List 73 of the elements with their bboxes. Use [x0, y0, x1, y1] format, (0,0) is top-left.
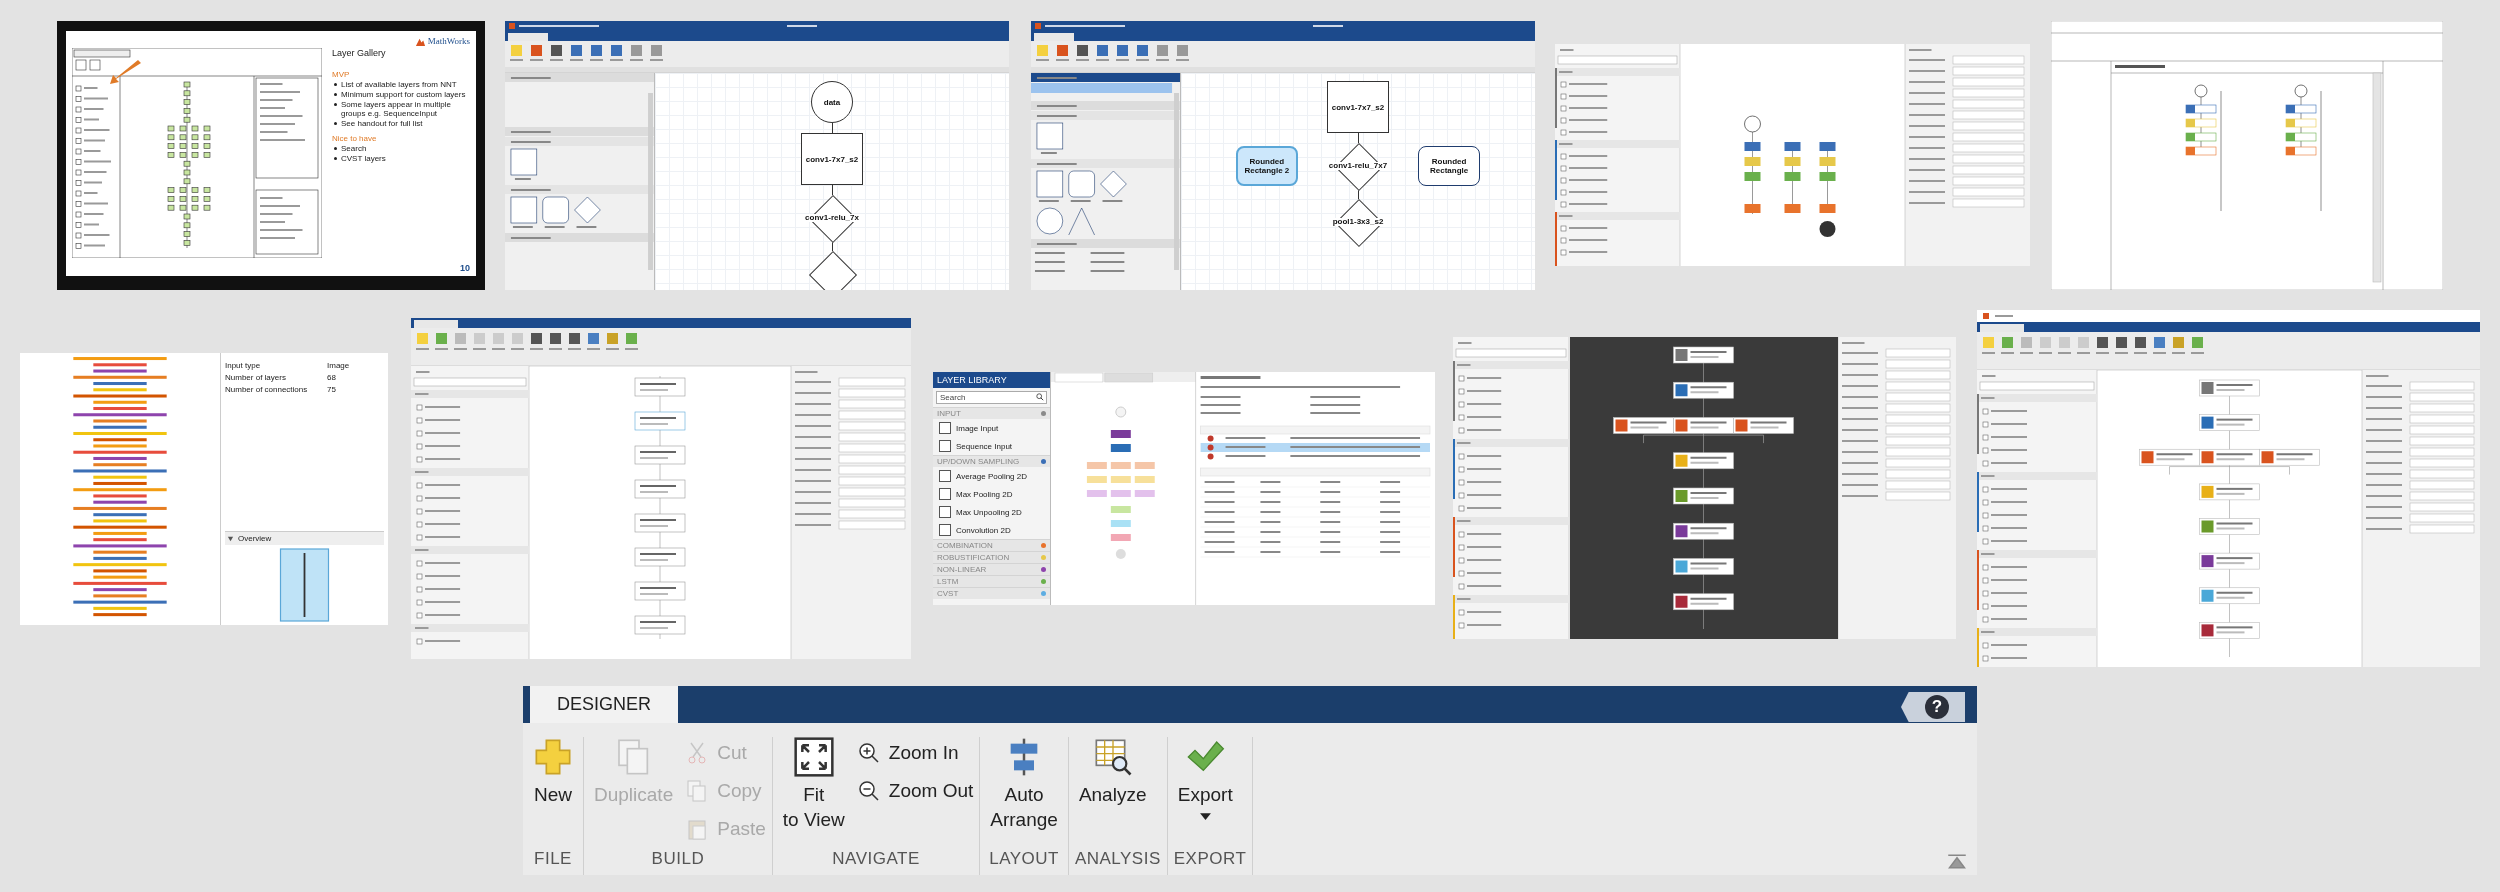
- property-label: Input type: [225, 361, 262, 370]
- help-button[interactable]: ?: [1901, 692, 1965, 722]
- toolbar-button[interactable]: Fit to View: [778, 737, 849, 833]
- rectangle-node[interactable]: conv1-7x7_s2: [1327, 81, 1389, 133]
- panel-title: LAYER LIBRARY: [933, 372, 1050, 388]
- group-label: NAVIGATE: [831, 848, 921, 870]
- zoom-in-icon: [856, 741, 881, 765]
- tab[interactable]: DESIGNER: [530, 686, 679, 723]
- bullet-icon: [334, 93, 337, 96]
- circle-node[interactable]: data: [811, 81, 853, 123]
- layer-icon: [939, 524, 951, 536]
- toolbar-button[interactable]: New: [529, 737, 577, 808]
- diamond-node[interactable]: pool1-3x3_s2: [1331, 199, 1385, 245]
- group-label: EXPORT: [1173, 848, 1247, 870]
- property-label: Number of layers: [225, 373, 287, 382]
- zoom-out-icon: [856, 779, 881, 803]
- layer-item[interactable]: Average Pooling 2D: [933, 467, 1050, 485]
- bullet-icon: [334, 83, 337, 86]
- expand-arrows-icon: [793, 737, 834, 777]
- search-field[interactable]: Search: [936, 391, 1047, 404]
- slide-title: Layer Gallery: [332, 48, 387, 58]
- bullet-text: Minimum support for custom layers: [341, 90, 466, 99]
- bullet-text: CVST layers: [341, 154, 386, 163]
- layer-icon: [939, 488, 951, 500]
- bullet-text: Search: [341, 144, 367, 153]
- collapse-icon: [1947, 854, 1967, 869]
- slide-heading: Nice to have: [332, 134, 378, 143]
- layer-item[interactable]: Sequence Input: [933, 437, 1050, 455]
- connector-line: [831, 185, 833, 195]
- connector-line: [831, 123, 833, 133]
- group-label: FILE: [533, 848, 573, 870]
- connector-line: [1357, 189, 1359, 199]
- bullet-icon: [334, 122, 337, 125]
- bullet-text: See handout for full list: [341, 119, 423, 128]
- diamond-node[interactable]: conv1-relu_7x: [804, 195, 860, 241]
- connector-line: [1357, 133, 1359, 143]
- slide-heading: MVP: [332, 70, 351, 79]
- plus-icon: [533, 737, 573, 777]
- logo-text: MathWorks: [427, 36, 470, 46]
- group-label: LAYOUT: [988, 848, 1060, 870]
- page-number: 10: [460, 263, 470, 273]
- property-label: Number of connections: [225, 385, 309, 394]
- search-icon: [1036, 393, 1044, 401]
- diamond-node[interactable]: conv1-relu_7x7: [1327, 143, 1389, 189]
- toolbar-button[interactable]: Zoom In: [856, 737, 974, 769]
- bullet-text: List of available layers from NNT: [341, 80, 457, 89]
- bullet-text: Some layers appear in multiple groups e.g. SequenceInput: [341, 100, 452, 118]
- layer-item[interactable]: Image Input: [933, 419, 1050, 437]
- toolbar-button[interactable]: Export: [1173, 737, 1237, 821]
- layer-item[interactable]: Max Pooling 2D: [933, 485, 1050, 503]
- toolbar-button[interactable]: Analyze: [1074, 737, 1151, 808]
- property-value: Image: [327, 361, 350, 370]
- layer-item[interactable]: Convolution 2D: [933, 521, 1050, 539]
- connector-line: [831, 241, 833, 251]
- collapse-arrow-icon: [227, 535, 234, 542]
- rounded-rectangle-node[interactable]: Rounded Rectangle: [1418, 146, 1481, 186]
- group-label: BUILD: [650, 848, 706, 870]
- bullet-icon: [334, 103, 337, 106]
- layer-icon: [939, 422, 951, 434]
- group-label: ANALYSIS: [1074, 848, 1161, 870]
- toolbar-button[interactable]: Auto Arrange: [986, 737, 1062, 833]
- layer-icon: [939, 440, 951, 452]
- property-value: 68: [327, 373, 336, 382]
- rectangle-node[interactable]: conv1-7x7_s2: [801, 133, 863, 185]
- toolbar-button[interactable]: Zoom Out: [856, 775, 974, 807]
- bullet-icon: [334, 157, 337, 160]
- layer-icon: [939, 506, 951, 518]
- layer-item[interactable]: Max Unpooling 2D: [933, 503, 1050, 521]
- bullet-icon: [334, 147, 337, 150]
- layer-icon: [939, 470, 951, 482]
- rounded-rectangle-node[interactable]: Rounded Rectangle 2: [1235, 146, 1298, 186]
- panel-title: Overview: [238, 534, 272, 543]
- property-value: 75: [327, 385, 336, 394]
